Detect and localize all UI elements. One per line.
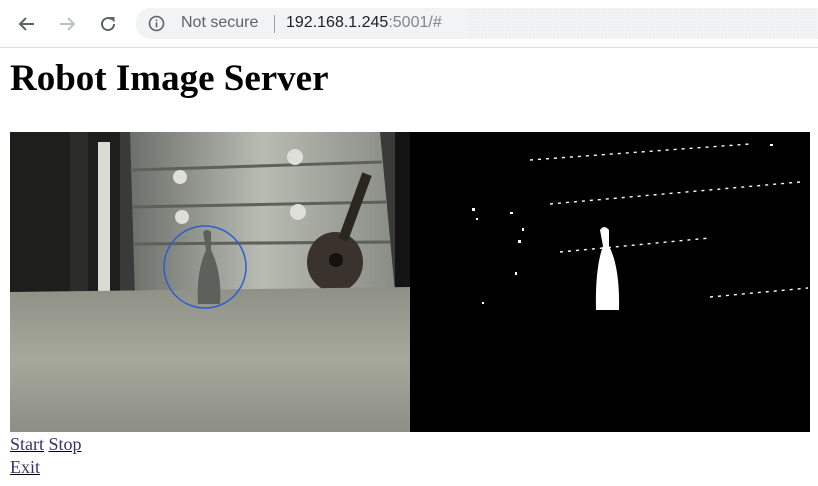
url-host: 192.168.1.245 — [286, 14, 389, 31]
page-title: Robot Image Server — [10, 58, 329, 99]
url-port-path: :5001/# — [388, 14, 442, 31]
forward-button[interactable] — [54, 11, 80, 37]
reload-button[interactable] — [95, 11, 121, 37]
control-links: Start Stop Exit — [10, 433, 82, 479]
security-status[interactable]: Not secure — [181, 14, 258, 32]
video-stream — [10, 132, 810, 432]
address-bar[interactable]: Not secure 192.168.1.245:5001/# — [136, 8, 818, 39]
arrow-left-icon — [18, 17, 34, 31]
stop-link[interactable]: Stop — [49, 434, 82, 454]
address-separator — [274, 15, 275, 33]
info-icon[interactable] — [148, 15, 165, 32]
browser-toolbar: Not secure 192.168.1.245:5001/# — [0, 0, 818, 48]
exit-link[interactable]: Exit — [10, 457, 40, 477]
start-link[interactable]: Start — [10, 434, 44, 454]
camera-frame — [10, 132, 410, 432]
arrow-right-icon — [60, 17, 76, 31]
address-bar-content: Not secure 192.168.1.245:5001/# — [136, 8, 466, 39]
mask-frame — [410, 132, 810, 432]
url-text[interactable]: 192.168.1.245:5001/# — [286, 14, 442, 32]
reload-icon — [101, 17, 116, 32]
back-button[interactable] — [14, 11, 40, 37]
